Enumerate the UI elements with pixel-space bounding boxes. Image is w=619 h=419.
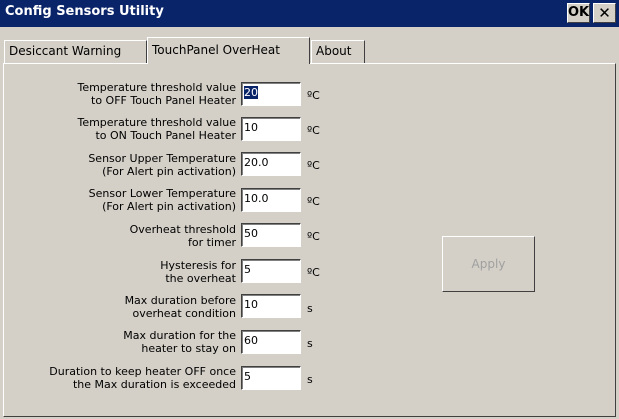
hysteresis-input[interactable]: 5 <box>241 259 301 283</box>
title-bar: Config Sensors Utility OK ✕ <box>0 0 619 27</box>
unit-label: s <box>307 302 313 315</box>
sensor-upper-temp-input[interactable]: 20.0 <box>241 152 301 176</box>
overheat-threshold-input[interactable]: 50 <box>241 223 301 247</box>
unit-label: ºC <box>307 230 320 243</box>
unit-label: ºC <box>307 195 320 208</box>
sensor-lower-temp-input[interactable]: 10.0 <box>241 188 301 212</box>
field-label: Hysteresis for the overheat <box>160 259 236 285</box>
field-label: Overheat threshold for timer <box>129 223 236 249</box>
unit-label: ºC <box>307 266 320 279</box>
field-label: Temperature threshold value to ON Touch P… <box>77 116 236 142</box>
temp-off-heater-input[interactable]: 20 <box>241 82 301 106</box>
window-title: Config Sensors Utility <box>5 4 164 19</box>
unit-label: s <box>307 337 313 350</box>
max-duration-before-input[interactable]: 10 <box>241 294 301 318</box>
unit-label: ºC <box>307 159 320 172</box>
close-button[interactable]: ✕ <box>593 3 616 23</box>
field-label: Max duration for the heater to stay on <box>123 329 236 355</box>
unit-label: ºC <box>307 124 320 137</box>
heater-off-duration-input[interactable]: 5 <box>241 366 301 390</box>
tab-strip: Desiccant Warning TouchPanel OverHeat Ab… <box>0 27 619 67</box>
tab-desiccant-warning[interactable]: Desiccant Warning <box>4 40 147 63</box>
unit-label: ºC <box>307 89 320 102</box>
field-label: Sensor Upper Temperature (For Alert pin a… <box>88 152 236 178</box>
apply-button[interactable]: Apply <box>442 236 535 292</box>
ok-button[interactable]: OK <box>567 3 590 23</box>
field-label: Sensor Lower Temperature (For Alert pin a… <box>88 187 236 213</box>
field-label: Duration to keep heater OFF once the Max … <box>49 365 236 391</box>
max-duration-heater-input[interactable]: 60 <box>241 330 301 354</box>
field-label: Temperature threshold value to OFF Touch … <box>77 81 236 107</box>
temp-on-heater-input[interactable]: 10 <box>241 117 301 141</box>
field-label: Max duration before overheat condition <box>124 294 236 320</box>
tab-about[interactable]: About <box>311 40 365 63</box>
unit-label: s <box>307 373 313 386</box>
tab-touchpanel-overheat[interactable]: TouchPanel OverHeat <box>147 37 310 64</box>
